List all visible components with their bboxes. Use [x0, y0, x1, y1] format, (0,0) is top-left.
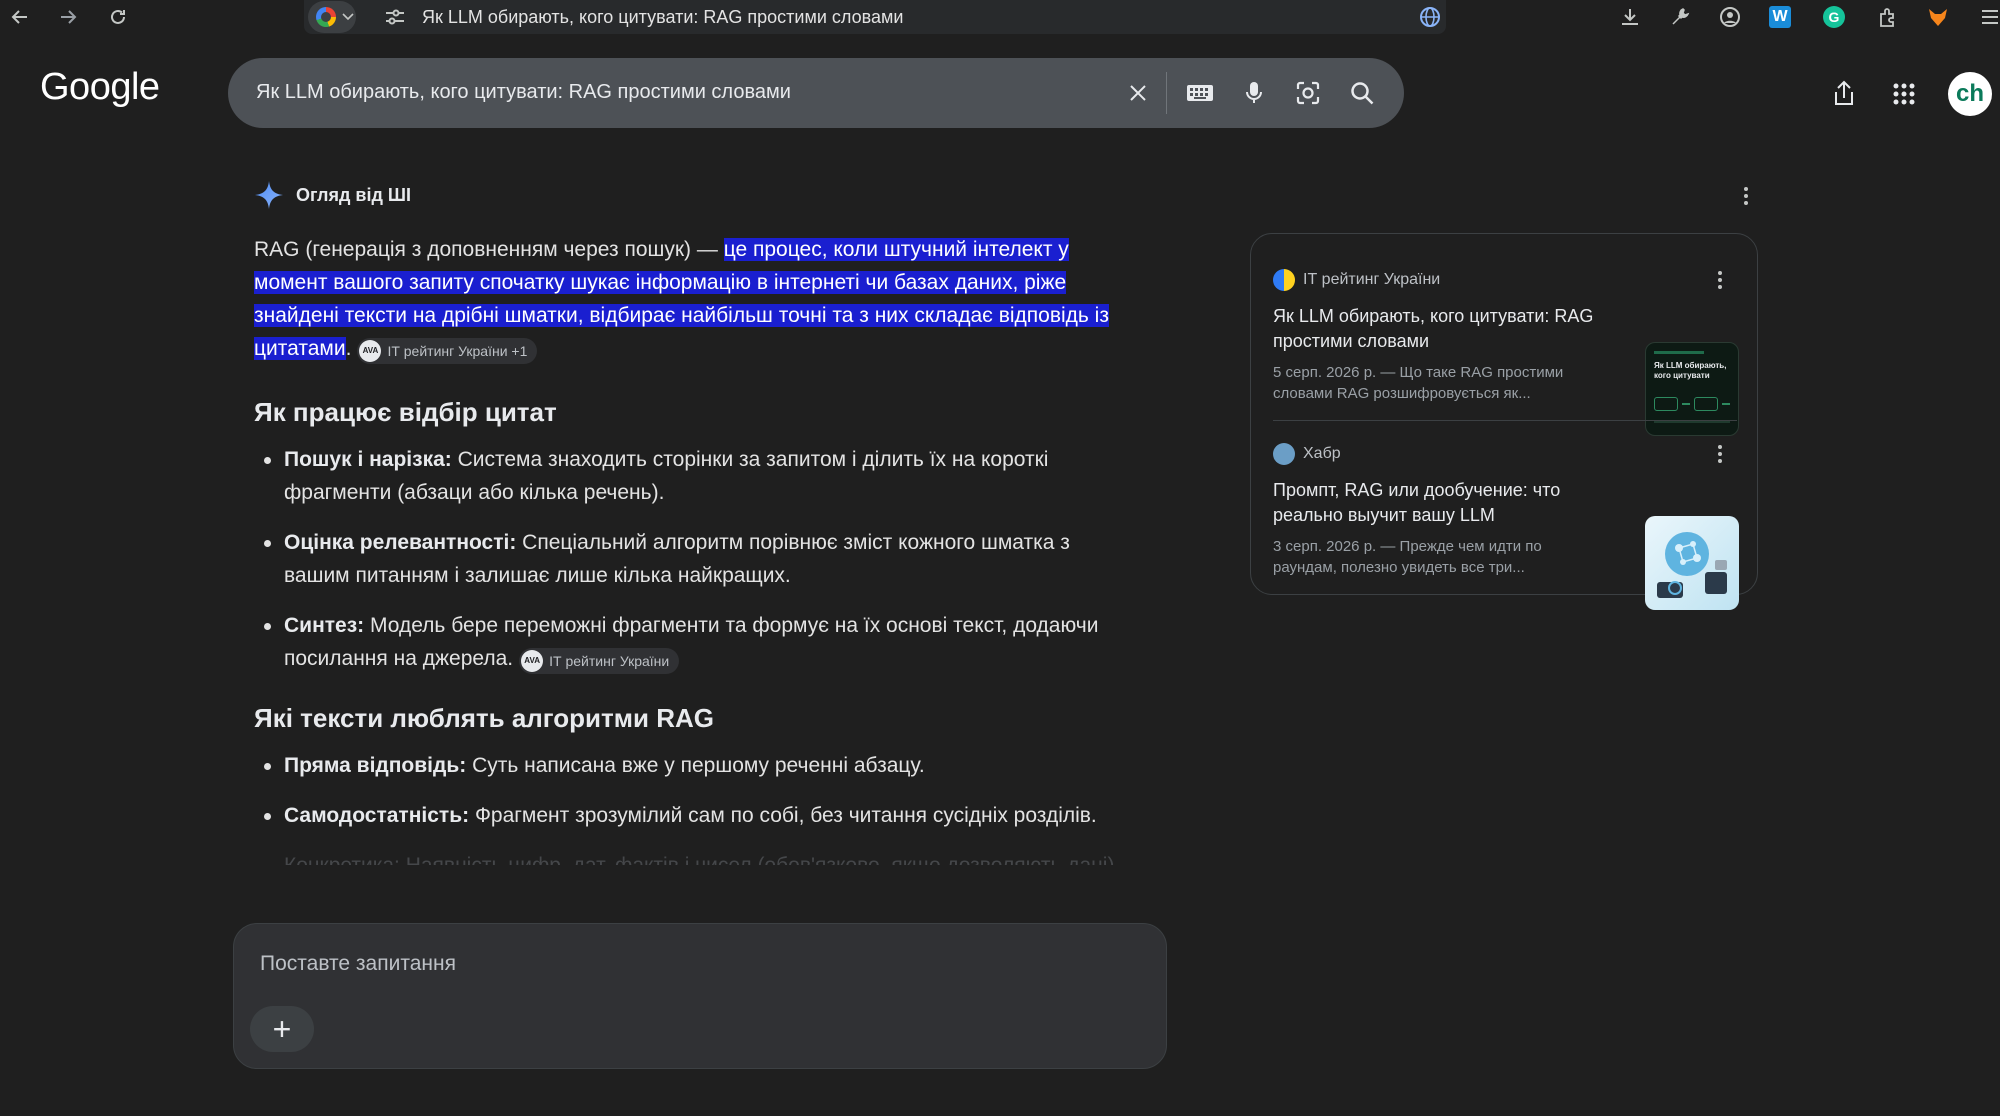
microphone-icon[interactable]: [1236, 75, 1272, 111]
share-icon[interactable]: [1826, 76, 1862, 112]
intro-plain: RAG (генерація з доповненням через пошук…: [254, 238, 724, 261]
citation-label: ІТ рейтинг України +1: [387, 343, 528, 359]
address-bar[interactable]: Як LLM обирають, кого цитувати: RAG прос…: [304, 0, 1446, 34]
search-divider: [1166, 72, 1167, 114]
citation-chip[interactable]: AVA ІТ рейтинг України: [519, 648, 680, 674]
ai-overview-content: RAG (генерація з доповненням через пошук…: [254, 233, 1134, 865]
translate-globe-icon[interactable]: [1418, 5, 1442, 29]
source-header: Хабр: [1273, 442, 1739, 466]
clear-icon[interactable]: [1120, 75, 1156, 111]
account-avatar[interactable]: ch: [1948, 72, 1992, 116]
intro-end: .: [345, 337, 352, 360]
source-title[interactable]: Промпт, RAG или дообучение: что реально …: [1273, 478, 1603, 528]
source-card[interactable]: ІТ рейтинг України Як LLM обирають, кого…: [1273, 268, 1739, 436]
reload-icon[interactable]: [104, 3, 132, 31]
list-item: Самодостатність: Фрагмент зрозумілий сам…: [254, 799, 1134, 832]
forward-icon[interactable]: [54, 3, 82, 31]
source-thumbnail[interactable]: [1645, 516, 1739, 610]
item-term: Пошук і нарізка:: [284, 448, 452, 471]
ask-followup-box[interactable]: Поставте запитання +: [233, 923, 1167, 1069]
source-snippet: 3 серп. 2026 р. — Прежде чем идти по рау…: [1273, 538, 1542, 576]
chevron-down-icon: [342, 13, 354, 21]
google-logo[interactable]: Google: [40, 66, 160, 109]
source-favicon-icon: AVA: [521, 650, 544, 672]
item-term: Синтез:: [284, 614, 365, 637]
search-box[interactable]: Як LLM обирають, кого цитувати: RAG прос…: [228, 58, 1404, 128]
back-icon[interactable]: [6, 3, 34, 31]
profile-icon[interactable]: [1716, 3, 1744, 31]
citation-label: ІТ рейтинг України: [549, 653, 670, 669]
list-item: Пряма відповідь: Суть написана вже у пер…: [254, 749, 1134, 782]
item-term: Самодостатність:: [284, 804, 470, 827]
faded-list-item: Конкретика: Наявність цифр, дат, фактів …: [254, 849, 1134, 865]
ai-overview-title: Огляд від ШІ: [296, 184, 411, 205]
section1-list: Пошук і нарізка: Система знаходить сторі…: [254, 443, 1134, 675]
source-favicon-icon: AVA: [359, 340, 382, 362]
add-attachment-button[interactable]: +: [250, 1006, 314, 1052]
source-divider: [1273, 420, 1737, 421]
source-title[interactable]: Як LLM обирають, кого цитувати: RAG прос…: [1273, 304, 1603, 354]
list-item: Синтез: Модель бере переможні фрагменти …: [254, 609, 1134, 675]
address-text: Як LLM обирають, кого цитувати: RAG прос…: [422, 7, 904, 27]
list-item: Оцінка релевантності: Спеціальний алгори…: [254, 526, 1134, 592]
source-snippet: 5 серп. 2026 р. — Що таке RAG простими с…: [1273, 364, 1564, 402]
source-site: ІТ рейтинг України: [1303, 271, 1441, 288]
menu-icon[interactable]: [1976, 3, 2000, 31]
lens-icon[interactable]: [1290, 75, 1326, 111]
browser-toolbar: Як LLM обирають, кого цитувати: RAG прос…: [0, 0, 2000, 34]
intro-paragraph: RAG (генерація з доповненням через пошук…: [254, 233, 1134, 365]
sources-panel: ІТ рейтинг України Як LLM обирають, кого…: [1250, 233, 1758, 610]
item-term: Пряма відповідь:: [284, 754, 467, 777]
source-more-icon[interactable]: [1713, 442, 1727, 466]
item-text: Суть написана вже у першому реченні абза…: [466, 754, 925, 777]
source-card[interactable]: Хабр Промпт, RAG или дообучение: что реа…: [1273, 442, 1739, 610]
site-settings-icon[interactable]: [384, 7, 406, 27]
section2-list: Пряма відповідь: Суть написана вже у пер…: [254, 749, 1134, 832]
keyboard-icon[interactable]: [1182, 75, 1218, 111]
ask-input[interactable]: Поставте запитання: [260, 952, 456, 976]
source-header: ІТ рейтинг України: [1273, 268, 1739, 292]
site-favicon-icon: [1273, 443, 1295, 465]
download-icon[interactable]: [1616, 3, 1644, 31]
list-item: Пошук і нарізка: Система знаходить сторі…: [254, 443, 1134, 509]
section-heading: Як працює відбір цитат: [254, 397, 557, 427]
item-text: Фрагмент зрозумілий сам по собі, без чит…: [469, 804, 1097, 827]
search-input[interactable]: Як LLM обирають, кого цитувати: RAG прос…: [256, 81, 791, 104]
more-options-icon[interactable]: [1736, 180, 1756, 212]
source-more-icon[interactable]: [1713, 268, 1727, 292]
google-g-icon: [316, 7, 336, 27]
item-text: Модель бере переможні фрагменти та форму…: [284, 614, 1099, 670]
word-extension-icon[interactable]: W: [1766, 3, 1794, 31]
citation-chip[interactable]: AVA ІТ рейтинг України +1: [357, 338, 538, 364]
grammarly-icon[interactable]: G: [1820, 3, 1848, 31]
wrench-icon[interactable]: [1666, 3, 1694, 31]
source-thumbnail[interactable]: Як LLM обирають, кого цитувати: [1645, 342, 1739, 436]
source-site: Хабр: [1303, 445, 1341, 462]
ai-overview-header: Огляд від ШІ: [254, 180, 411, 210]
thumbnail-caption: Як LLM обирають, кого цитувати: [1654, 361, 1727, 380]
item-term: Оцінка релевантності:: [284, 531, 517, 554]
gemini-sparkle-icon: [255, 181, 283, 209]
apps-grid-icon[interactable]: [1886, 76, 1922, 112]
site-favicon-icon: [1273, 269, 1295, 291]
search-engine-chip[interactable]: [308, 1, 356, 33]
fox-extension-icon[interactable]: [1924, 3, 1952, 31]
extensions-puzzle-icon[interactable]: [1874, 3, 1902, 31]
search-icon[interactable]: [1344, 75, 1380, 111]
section-heading: Які тексти люблять алгоритми RAG: [254, 703, 714, 733]
